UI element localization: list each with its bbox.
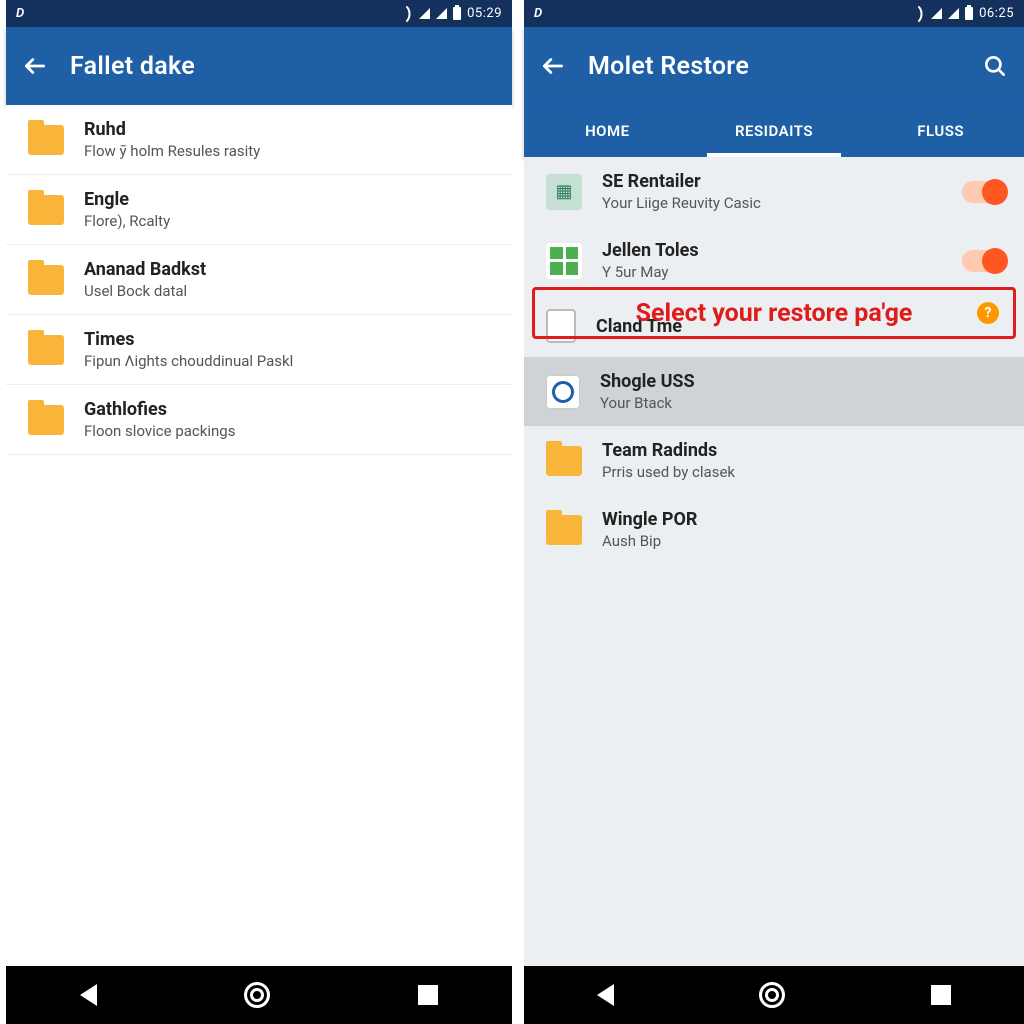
item-title: Engle	[84, 189, 494, 210]
list-item[interactable]: Cland Tme	[524, 295, 1024, 357]
search-icon[interactable]	[982, 53, 1008, 79]
toggle-switch[interactable]	[962, 250, 1006, 272]
nav-recent-icon[interactable]	[931, 985, 951, 1005]
item-title: Cland Tme	[596, 316, 1006, 337]
status-indicator-icon: D	[16, 6, 25, 21]
folder-icon	[28, 335, 64, 365]
list-item[interactable]: Shogle USS Your Btack	[524, 357, 1024, 426]
page-title-left: Fallet dake	[70, 52, 195, 81]
folder-icon	[28, 405, 64, 435]
item-title: Shogle USS	[600, 371, 1006, 392]
app-icon: ▦	[546, 174, 582, 210]
statusbar-right: D 06:25	[524, 0, 1024, 27]
screen-right: D 06:25 Molet Restore HOMERESIDAITSFLUSS…	[524, 0, 1024, 1024]
list-item[interactable]: ▦ SE Rentailer Your Liige Reuvity Casic	[524, 157, 1024, 226]
nav-back-icon[interactable]	[80, 984, 97, 1006]
restore-list: ▦ SE Rentailer Your Liige Reuvity Casic Jel…	[524, 157, 1024, 966]
battery-icon	[965, 7, 973, 20]
back-icon[interactable]	[22, 53, 48, 79]
tab-residaits[interactable]: RESIDAITS	[691, 105, 858, 157]
item-title: Team Radinds	[602, 440, 1006, 461]
document-icon	[546, 309, 576, 343]
item-subtitle: Your Liige Reuvity Casic	[602, 194, 942, 212]
toggle-switch[interactable]	[962, 181, 1006, 203]
nav-recent-icon[interactable]	[418, 985, 438, 1005]
signal-icon-2	[948, 8, 959, 19]
status-time: 05:29	[467, 6, 502, 21]
statusbar-left: D 05:29	[6, 0, 512, 27]
item-title: Times	[84, 329, 494, 350]
item-title: Ananad Badkst	[84, 259, 494, 280]
appbar-right: Molet Restore	[524, 27, 1024, 105]
signal-icon	[931, 8, 942, 19]
status-indicator-icon: D	[534, 6, 543, 21]
item-subtitle: Prris used by clasek	[602, 463, 1006, 481]
list-item[interactable]: Wingle POR Aush Bip	[524, 495, 1024, 564]
battery-icon	[453, 7, 461, 20]
tab-bar: HOMERESIDAITSFLUSS	[524, 105, 1024, 157]
nav-home-icon[interactable]	[759, 982, 785, 1008]
folder-icon	[28, 195, 64, 225]
signal-icon	[419, 8, 430, 19]
tab-home[interactable]: HOME	[524, 105, 691, 157]
item-subtitle: Flow ỹ holm Resules rasity	[84, 142, 494, 160]
navbar-right	[524, 966, 1024, 1024]
list-item[interactable]: Jellen Toles Y 5ur May	[524, 226, 1024, 295]
folder-list: Ruhd Flow ỹ holm Resules rasity Engle Fl…	[6, 105, 512, 966]
item-title: SE Rentailer	[602, 171, 942, 192]
folder-icon	[28, 265, 64, 295]
back-icon[interactable]	[540, 53, 566, 79]
globe-icon	[546, 375, 580, 409]
folder-icon	[546, 515, 582, 545]
nav-back-icon[interactable]	[597, 984, 614, 1006]
navbar-left	[6, 966, 512, 1024]
item-title: Ruhd	[84, 119, 494, 140]
list-item[interactable]: Engle Flore), Rcalty	[6, 175, 512, 245]
list-item[interactable]: Team Radinds Prris used by clasek	[524, 426, 1024, 495]
list-item[interactable]: Gathlofies Floon slovice packings	[6, 385, 512, 455]
item-title: Wingle POR	[602, 509, 1006, 530]
list-item[interactable]: Times Fipun Λights chouddinual Paskl	[6, 315, 512, 385]
item-title: Gathlofies	[84, 399, 494, 420]
item-subtitle: Y 5ur May	[602, 263, 942, 281]
screen-left: D 05:29 Fallet dake Ruhd Flow ỹ holm Res…	[6, 0, 512, 1024]
wifi-icon	[399, 5, 416, 22]
item-subtitle: Flore), Rcalty	[84, 212, 494, 230]
nav-home-icon[interactable]	[244, 982, 270, 1008]
item-subtitle: Your Btack	[600, 394, 1006, 412]
appbar-left: Fallet dake	[6, 27, 512, 105]
tab-fluss[interactable]: FLUSS	[857, 105, 1024, 157]
item-subtitle: Fipun Λights chouddinual Paskl	[84, 352, 494, 370]
item-title: Jellen Toles	[602, 240, 942, 261]
item-subtitle: Aush Bip	[602, 532, 1006, 550]
page-title-right: Molet Restore	[588, 52, 749, 81]
item-subtitle: Usel Bock datal	[84, 282, 494, 300]
folder-icon	[546, 446, 582, 476]
folder-icon	[28, 125, 64, 155]
status-time: 06:25	[979, 6, 1014, 21]
item-subtitle: Floon slovice packings	[84, 422, 494, 440]
signal-icon-2	[436, 8, 447, 19]
list-item[interactable]: Ananad Badkst Usel Bock datal	[6, 245, 512, 315]
app-icon	[546, 243, 582, 279]
list-item[interactable]: Ruhd Flow ỹ holm Resules rasity	[6, 105, 512, 175]
wifi-icon	[911, 5, 928, 22]
